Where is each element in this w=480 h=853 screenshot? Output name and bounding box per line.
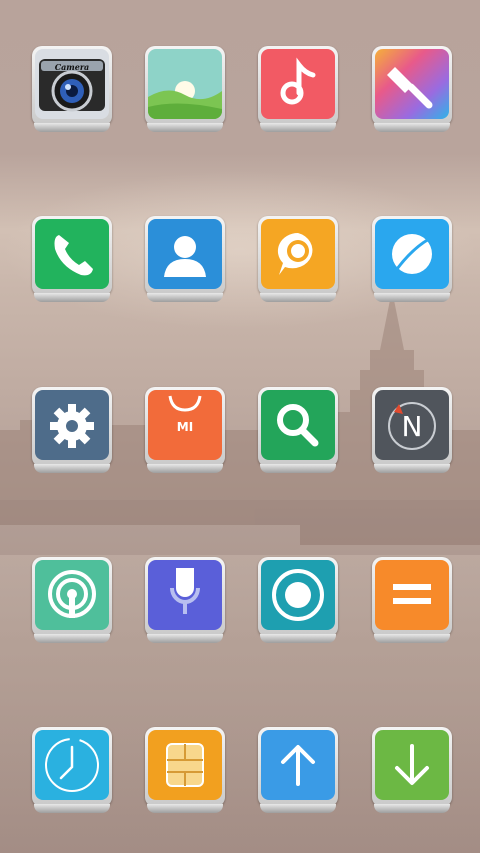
app-messages-button[interactable] — [258, 216, 338, 302]
app-contacts-button[interactable] — [145, 216, 225, 302]
screen-recorder-icon — [261, 560, 335, 630]
icon-plinth — [34, 634, 110, 643]
voice-recorder-icon — [148, 560, 222, 630]
settings-icon — [35, 390, 109, 460]
clock-icon — [35, 730, 109, 800]
icon-plinth — [374, 634, 450, 643]
icon-plinth — [374, 123, 450, 132]
music-icon — [261, 49, 335, 119]
app-screen-recorder-button[interactable] — [258, 557, 338, 643]
icon-plinth — [260, 804, 336, 813]
app-sim-toolkit-button[interactable] — [145, 727, 225, 813]
phone-icon — [35, 219, 109, 289]
icon-plinth — [374, 293, 450, 302]
app-hotspot-button[interactable] — [32, 557, 112, 643]
icon-plinth — [260, 293, 336, 302]
icon-plinth — [147, 634, 223, 643]
icon-plinth — [374, 464, 450, 473]
app-calculator-button[interactable] — [372, 557, 452, 643]
app-grid: Camera MI N — [0, 0, 480, 853]
app-clock-button[interactable] — [32, 727, 112, 813]
app-mi-store-button[interactable]: MI — [145, 387, 225, 473]
icon-plinth — [260, 123, 336, 132]
app-phone-button[interactable] — [32, 216, 112, 302]
app-compass-button[interactable]: N — [372, 387, 452, 473]
mi-store-icon: MI — [148, 390, 222, 460]
hotspot-icon — [35, 560, 109, 630]
download-icon — [375, 730, 449, 800]
icon-plinth — [374, 804, 450, 813]
app-upload-button[interactable] — [258, 727, 338, 813]
compass-icon: N — [375, 390, 449, 460]
icon-plinth — [147, 293, 223, 302]
app-download-button[interactable] — [372, 727, 452, 813]
app-themes-button[interactable] — [372, 46, 452, 132]
icon-plinth — [147, 123, 223, 132]
icon-plinth — [260, 464, 336, 473]
app-music-button[interactable] — [258, 46, 338, 132]
camera-icon: Camera — [35, 49, 109, 119]
icon-plinth — [34, 293, 110, 302]
messages-icon — [261, 219, 335, 289]
calculator-icon — [375, 560, 449, 630]
compass-letter: N — [402, 410, 423, 443]
app-browser-button[interactable] — [372, 216, 452, 302]
sim-toolkit-icon — [148, 730, 222, 800]
browser-icon — [375, 219, 449, 289]
app-settings-button[interactable] — [32, 387, 112, 473]
mi-logo-text: MI — [177, 420, 193, 434]
icon-plinth — [34, 123, 110, 132]
icon-plinth — [260, 634, 336, 643]
themes-icon — [375, 49, 449, 119]
app-gallery-button[interactable] — [145, 46, 225, 132]
search-icon — [261, 390, 335, 460]
app-voice-recorder-button[interactable] — [145, 557, 225, 643]
contacts-icon — [148, 219, 222, 289]
upload-icon — [261, 730, 335, 800]
icon-plinth — [147, 464, 223, 473]
icon-plinth — [34, 804, 110, 813]
gallery-icon — [148, 49, 222, 119]
app-search-button[interactable] — [258, 387, 338, 473]
icon-plinth — [34, 464, 110, 473]
app-camera-button[interactable]: Camera — [32, 46, 112, 132]
icon-plinth — [147, 804, 223, 813]
